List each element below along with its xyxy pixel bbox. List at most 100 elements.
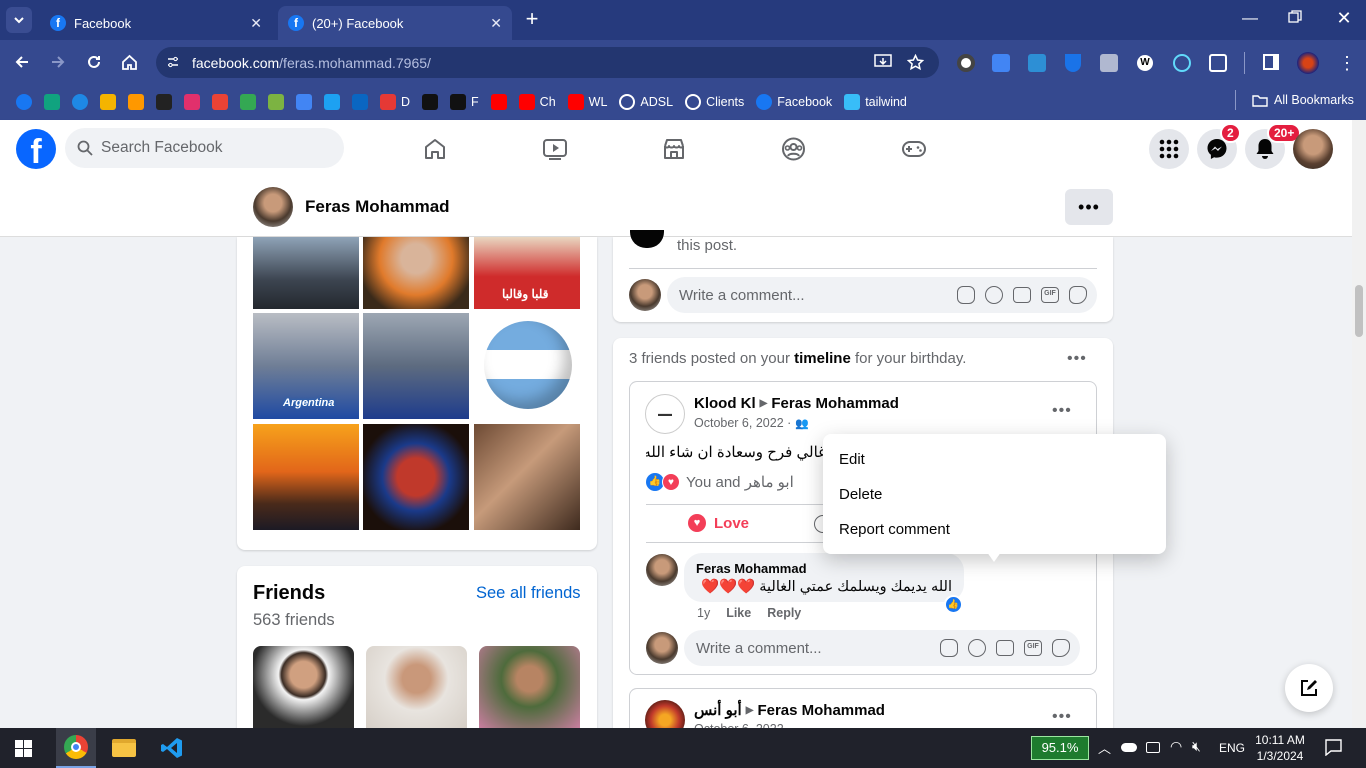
comment-avatar[interactable] <box>629 279 661 311</box>
bookmark-item[interactable] <box>38 88 66 116</box>
forward-icon[interactable] <box>50 54 66 70</box>
home-icon[interactable] <box>121 54 138 70</box>
bookmark-item[interactable]: Ch <box>513 88 562 116</box>
bookmark-item[interactable] <box>290 88 318 116</box>
account-avatar[interactable] <box>1293 129 1333 169</box>
profile-name[interactable]: Feras Mohammad <box>305 197 450 217</box>
reactions-summary[interactable]: 👍 ♥ You and ابو ماهر <box>646 473 794 491</box>
chevron-up-icon[interactable]: ︿ <box>1098 738 1111 757</box>
friends-title[interactable]: Friends <box>253 582 325 605</box>
close-window-button[interactable]: ✕ <box>1334 8 1354 28</box>
comment-author[interactable]: Feras Mohammad <box>696 561 807 576</box>
photo-7[interactable] <box>253 424 359 530</box>
camera-icon[interactable] <box>996 640 1014 656</box>
windows-start-icon[interactable] <box>15 740 32 757</box>
battery-indicator[interactable]: 95.1% <box>1031 736 1089 760</box>
photo-2[interactable] <box>363 237 469 309</box>
photo-3[interactable]: قلبا وقالبا <box>474 237 580 309</box>
bookmark-item[interactable]: ADSL <box>613 88 679 116</box>
photo-9[interactable] <box>474 424 580 530</box>
post2-target[interactable]: Feras Mohammad <box>757 702 885 719</box>
gif-icon[interactable]: GIF <box>1041 287 1059 303</box>
comment-input[interactable]: Write a comment... GIF <box>667 277 1097 313</box>
restore-button[interactable] <box>1288 10 1308 30</box>
sticker-icon[interactable] <box>1069 286 1087 304</box>
extension-react-icon[interactable] <box>1173 54 1191 72</box>
bookmark-item[interactable] <box>122 88 150 116</box>
post-author[interactable]: Klood Kl <box>694 395 756 412</box>
chrome-menu-icon[interactable]: ⋮ <box>1338 52 1356 74</box>
emoji-icon[interactable] <box>985 286 1003 304</box>
bookmark-item[interactable]: D <box>374 88 416 116</box>
install-app-icon[interactable] <box>874 54 892 70</box>
comment-input-avatar[interactable] <box>646 632 678 664</box>
bookmark-item[interactable] <box>150 88 178 116</box>
post-author-avatar[interactable]: ▬▬ <box>645 394 685 434</box>
page-scrollbar[interactable] <box>1352 120 1366 728</box>
photo-8[interactable] <box>363 424 469 530</box>
search-input[interactable]: Search Facebook <box>65 128 344 168</box>
post2-author[interactable]: أبو أنس <box>694 701 742 719</box>
bookmark-item[interactable] <box>206 88 234 116</box>
photo-1[interactable] <box>253 237 359 309</box>
tab-search-button[interactable] <box>6 7 32 33</box>
avatar-sticker-icon[interactable] <box>957 286 975 304</box>
emoji-icon[interactable] <box>968 639 986 657</box>
onedrive-icon[interactable] <box>1121 743 1137 752</box>
post2-more-button[interactable]: ••• <box>1052 708 1072 726</box>
extension-w-icon[interactable]: W <box>1137 55 1153 71</box>
scrollbar-thumb[interactable] <box>1355 285 1363 337</box>
bookmark-item[interactable] <box>485 88 513 116</box>
bookmark-item[interactable] <box>416 88 444 116</box>
bookmark-item[interactable]: tailwind <box>838 88 913 116</box>
notification-center-icon[interactable] <box>1325 739 1342 756</box>
sticker-icon[interactable] <box>1052 639 1070 657</box>
taskbar-chrome[interactable] <box>56 728 96 768</box>
post-more-button[interactable]: ••• <box>1052 402 1072 420</box>
bookmark-item[interactable] <box>262 88 290 116</box>
profile-more-button[interactable]: ••• <box>1065 189 1113 225</box>
photo-4[interactable]: Argentina <box>253 313 359 419</box>
new-message-button[interactable] <box>1285 664 1333 712</box>
timeline-link[interactable]: timeline <box>794 350 851 367</box>
extension-translate-icon[interactable] <box>992 54 1010 72</box>
menu-item-delete[interactable]: Delete <box>839 486 882 503</box>
facebook-logo[interactable]: f <box>16 129 56 169</box>
extension-chrome-icon[interactable] <box>957 54 975 72</box>
tab-facebook-active[interactable]: f (20+) Facebook ✕ <box>278 6 512 40</box>
bookmark-item[interactable]: F <box>444 88 485 116</box>
birthday-more-button[interactable]: ••• <box>1067 350 1087 368</box>
clock[interactable]: 10:11 AM 1/3/2024 <box>1255 732 1305 764</box>
language-indicator[interactable]: ENG <box>1219 741 1245 755</box>
tab-close-icon[interactable]: ✕ <box>250 15 262 32</box>
extension-puzzle-box-icon[interactable] <box>1100 54 1118 72</box>
new-tab-button[interactable]: + <box>520 8 544 32</box>
menu-item-edit[interactable]: Edit <box>839 451 865 468</box>
friend-photo-1[interactable] <box>253 646 354 728</box>
bookmark-item[interactable] <box>94 88 122 116</box>
bookmark-item[interactable] <box>66 88 94 116</box>
battery-icon[interactable] <box>1146 742 1160 753</box>
gif-icon[interactable]: GIF <box>1024 640 1042 656</box>
bookmark-star-icon[interactable] <box>907 54 924 71</box>
reload-icon[interactable] <box>86 54 102 70</box>
extensions-puzzle-icon[interactable] <box>1209 54 1227 72</box>
menu-button[interactable] <box>1149 129 1189 169</box>
home-nav-icon[interactable] <box>423 137 447 161</box>
bookmark-item[interactable] <box>178 88 206 116</box>
gaming-nav-icon[interactable] <box>901 139 927 159</box>
taskbar-file-explorer[interactable] <box>104 728 144 768</box>
bookmark-item[interactable] <box>318 88 346 116</box>
friend-photo-2[interactable] <box>366 646 467 728</box>
bookmark-item[interactable]: Clients <box>679 88 750 116</box>
comment-age[interactable]: 1y <box>697 606 710 620</box>
wifi-icon[interactable]: ◠ <box>1170 738 1182 755</box>
bookmark-item[interactable] <box>346 88 374 116</box>
extension-hot-icon[interactable] <box>1028 54 1046 72</box>
taskbar-vscode[interactable] <box>152 728 192 768</box>
comment-input[interactable]: Write a comment... GIF <box>684 630 1080 666</box>
menu-item-report-comment[interactable]: Report comment <box>839 521 950 538</box>
comment-like-button[interactable]: Like <box>726 606 751 620</box>
bookmark-item[interactable]: WL <box>562 88 614 116</box>
minimize-button[interactable]: — <box>1240 10 1260 30</box>
